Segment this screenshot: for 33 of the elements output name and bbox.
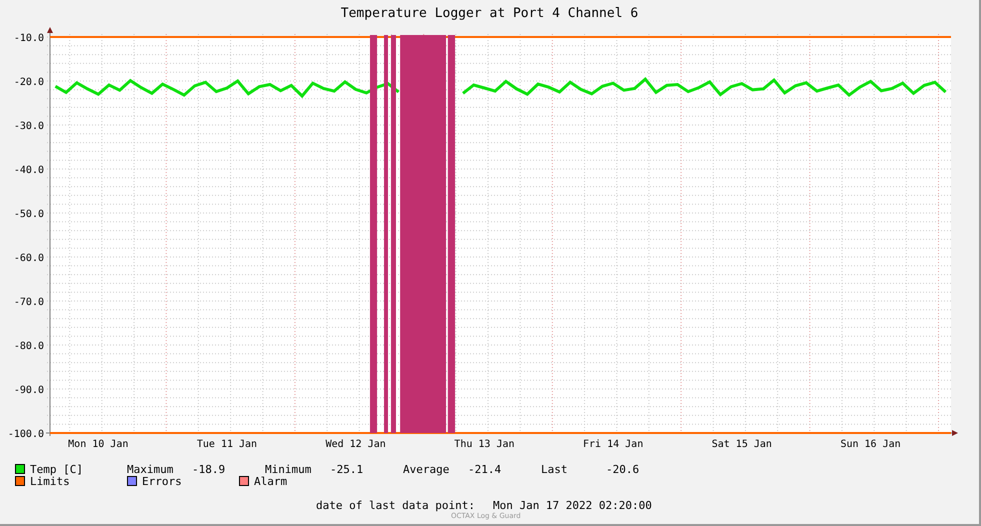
last-data-date: Mon Jan 17 2022 02:20:00 [492, 499, 652, 512]
legend-label: Temp [C] [30, 462, 83, 476]
legend-label: Errors [142, 474, 182, 488]
stat-value: -21.4 [468, 462, 502, 476]
axis-label: Mon 10 Jan [68, 439, 128, 450]
axis-label: -30.0 [14, 121, 44, 132]
legend-swatch [15, 464, 25, 474]
axis-label: -70.0 [14, 297, 44, 308]
stat-label: Average [403, 462, 450, 476]
axis-label: -40.0 [14, 165, 44, 176]
axis-label: -60.0 [14, 253, 44, 264]
legend-label: Limits [30, 474, 70, 488]
stat-label: Minimum [265, 462, 312, 476]
stat-value: -18.9 [192, 462, 226, 476]
chart-title: Temperature Logger at Port 4 Channel 6 [340, 5, 640, 23]
axis-label: Thu 13 Jan [454, 439, 515, 450]
axis-label: -90.0 [14, 385, 44, 396]
axis-label: -100.0 [8, 429, 44, 440]
legend-label: Alarm [254, 474, 288, 488]
axis-label: Sat 15 Jan [712, 439, 772, 450]
axis-label: -50.0 [14, 209, 44, 220]
axis-label: -10.0 [14, 33, 44, 44]
stat-value: -20.6 [606, 462, 640, 476]
stat-label: Maximum [127, 462, 174, 476]
axis-label: Tue 11 Jan [196, 439, 258, 450]
axis-label: -20.0 [14, 77, 44, 88]
axis-label: Fri 14 Jan [583, 439, 644, 450]
axis-label: Sun 16 Jan [840, 439, 901, 450]
footer-label: date of last data point: [316, 499, 475, 512]
axis-label: Wed 12 Jan [326, 439, 386, 450]
axis-label: -80.0 [14, 341, 44, 352]
stat-value: -25.1 [330, 462, 364, 476]
stat-label: Last [541, 462, 568, 476]
